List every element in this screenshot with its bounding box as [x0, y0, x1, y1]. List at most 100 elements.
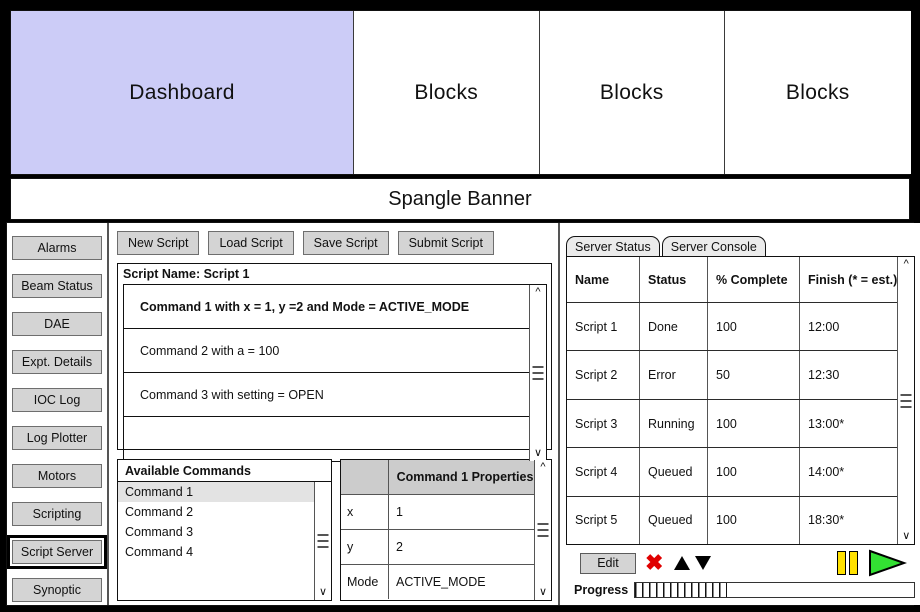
- property-value[interactable]: ACTIVE_MODE: [389, 565, 534, 599]
- spangle-banner: Spangle Banner: [10, 178, 910, 220]
- server-column: Server Status Server Console Name Status…: [560, 223, 920, 605]
- sidebar-item-synoptic-wrap: Synoptic: [7, 573, 107, 607]
- cross-icon[interactable]: ✖: [645, 552, 663, 574]
- sidebar-item-label: Beam Status: [21, 279, 93, 293]
- sidebar-item-log-plotter-wrap: Log Plotter: [7, 421, 107, 455]
- column-header-name: Name: [567, 257, 640, 302]
- script-line[interactable]: Command 2 with a = 100: [124, 329, 529, 373]
- cell-finish: 12:00: [808, 319, 840, 334]
- sidebar-item-ioc-log-wrap: IOC Log: [7, 383, 107, 417]
- load-script-button[interactable]: Load Script: [208, 231, 294, 255]
- table-row[interactable]: Script 1 Done 100 12:00: [567, 303, 898, 352]
- top-tab-blocks-2[interactable]: Blocks: [539, 11, 725, 174]
- save-script-button[interactable]: Save Script: [302, 231, 389, 255]
- command-properties-panel: Command 1 Properties x 1 y 2 Mode ACTIVE…: [340, 459, 552, 601]
- sidebar-item-log-plotter[interactable]: Log Plotter: [12, 426, 102, 450]
- command-label: Command 1: [125, 485, 194, 499]
- list-item[interactable]: Command 4: [118, 542, 314, 562]
- property-key: Mode: [341, 565, 389, 599]
- main-content-area: Alarms Beam Status DAE Expt. Details IOC…: [6, 222, 920, 607]
- sidebar-item-motors[interactable]: Motors: [12, 464, 102, 488]
- command-label: Command 4: [125, 545, 194, 559]
- scroll-up-icon[interactable]: ^: [540, 462, 545, 473]
- cell-percent: 100: [708, 496, 800, 545]
- server-status-scrollbar[interactable]: ^ ∨: [897, 257, 915, 544]
- cell-finish: 14:00*: [808, 464, 845, 479]
- list-item[interactable]: Command 2: [118, 502, 314, 522]
- table-row[interactable]: Script 5 Queued 100 18:30*: [567, 496, 897, 545]
- sidebar-item-beam-status[interactable]: Beam Status: [12, 274, 102, 298]
- scroll-down-icon[interactable]: ∨: [902, 531, 910, 542]
- submit-script-button[interactable]: Submit Script: [397, 231, 494, 255]
- triangle-up-icon[interactable]: [672, 553, 692, 573]
- progress-fill: [635, 583, 728, 597]
- table-row[interactable]: y 2: [341, 530, 534, 565]
- cell-status: Done: [640, 303, 708, 351]
- sidebar-item-script-server-wrap: Script Server: [7, 535, 107, 569]
- scrollbar-grip-icon[interactable]: [532, 366, 544, 380]
- script-line[interactable]: Command 1 with x = 1, y =2 and Mode = AC…: [124, 285, 529, 329]
- edit-button[interactable]: Edit: [580, 552, 636, 574]
- table-row[interactable]: Script 2 Error 50 12:30: [567, 351, 898, 400]
- script-lines-container: Command 1 with x = 1, y =2 and Mode = AC…: [123, 284, 547, 462]
- save-script-label: Save Script: [313, 236, 378, 250]
- property-value[interactable]: 2: [389, 530, 534, 564]
- scrollbar-grip-icon[interactable]: [537, 523, 549, 537]
- pause-icon[interactable]: [837, 551, 859, 575]
- sidebar-item-alarms-wrap: Alarms: [7, 231, 107, 265]
- scrollbar-grip-icon[interactable]: [317, 534, 329, 548]
- list-item[interactable]: Command 3: [118, 522, 314, 542]
- cell-status: Error: [640, 351, 708, 399]
- sidebar-item-synoptic[interactable]: Synoptic: [12, 578, 102, 602]
- top-tab-dashboard[interactable]: Dashboard: [11, 11, 354, 174]
- cell-name: Script 1: [567, 303, 640, 351]
- scrollbar-grip-icon[interactable]: [900, 393, 912, 408]
- table-row[interactable]: x 1: [341, 495, 534, 530]
- sidebar-item-script-server[interactable]: Script Server: [12, 540, 102, 564]
- sidebar-item-ioc-log[interactable]: IOC Log: [12, 388, 102, 412]
- script-line-empty[interactable]: [124, 417, 529, 461]
- command-label: Command 3: [125, 525, 194, 539]
- cell-percent: 100: [708, 399, 800, 448]
- sidebar-item-label: Synoptic: [33, 583, 81, 597]
- sidebar-item-dae[interactable]: DAE: [12, 312, 102, 336]
- table-row[interactable]: Script 4 Queued 100 14:00*: [567, 448, 898, 497]
- play-icon[interactable]: [867, 549, 908, 577]
- top-tab-blocks-3[interactable]: Blocks: [725, 11, 911, 174]
- sidebar-item-expt-details[interactable]: Expt. Details: [12, 350, 102, 374]
- cell-status: Queued: [640, 448, 708, 496]
- table-row[interactable]: Script 3 Running 100 13:00*: [567, 399, 898, 449]
- sidebar-item-motors-wrap: Motors: [7, 459, 107, 493]
- sidebar-item-alarms[interactable]: Alarms: [12, 236, 102, 260]
- tab-server-console[interactable]: Server Console: [661, 236, 766, 256]
- sidebar-item-scripting[interactable]: Scripting: [12, 502, 102, 526]
- script-line[interactable]: Command 3 with setting = OPEN: [124, 373, 529, 417]
- status-grid: Name Status % Complete Finish (* = est.)…: [567, 257, 898, 545]
- scroll-up-icon[interactable]: ^: [535, 287, 540, 298]
- sidebar-item-expt-details-wrap: Expt. Details: [7, 345, 107, 379]
- top-tab-label: Blocks: [785, 80, 850, 104]
- tab-server-status[interactable]: Server Status: [566, 236, 660, 256]
- cell-percent: 100: [708, 448, 800, 496]
- property-value[interactable]: 1: [389, 495, 534, 529]
- scroll-down-icon[interactable]: ∨: [319, 587, 327, 598]
- cell-name: Script 3: [567, 399, 640, 448]
- scroll-down-icon[interactable]: ∨: [534, 448, 542, 459]
- triangle-down-icon[interactable]: [693, 553, 713, 573]
- command-label: Command 2: [125, 505, 194, 519]
- sidebar-item-label: IOC Log: [33, 393, 81, 407]
- available-commands-scrollbar[interactable]: ^ ∨: [314, 482, 331, 600]
- script-editor-scrollbar[interactable]: ^ ∨: [529, 285, 546, 461]
- top-tab-blocks-1[interactable]: Blocks: [354, 11, 540, 174]
- property-key: x: [341, 495, 389, 529]
- new-script-label: New Script: [128, 236, 189, 250]
- table-row[interactable]: Mode ACTIVE_MODE: [341, 565, 534, 599]
- new-script-button[interactable]: New Script: [117, 231, 200, 255]
- available-commands-header: Available Commands: [118, 460, 331, 482]
- available-commands-body: Command 1 Command 2 Command 3 Command 4: [118, 482, 331, 600]
- scroll-up-icon[interactable]: ^: [904, 259, 909, 270]
- list-item[interactable]: Command 1: [118, 482, 314, 502]
- scroll-down-icon[interactable]: ∨: [539, 587, 547, 598]
- properties-scrollbar[interactable]: ^ ∨: [534, 460, 551, 600]
- script-line-text: Command 3 with setting = OPEN: [140, 387, 324, 402]
